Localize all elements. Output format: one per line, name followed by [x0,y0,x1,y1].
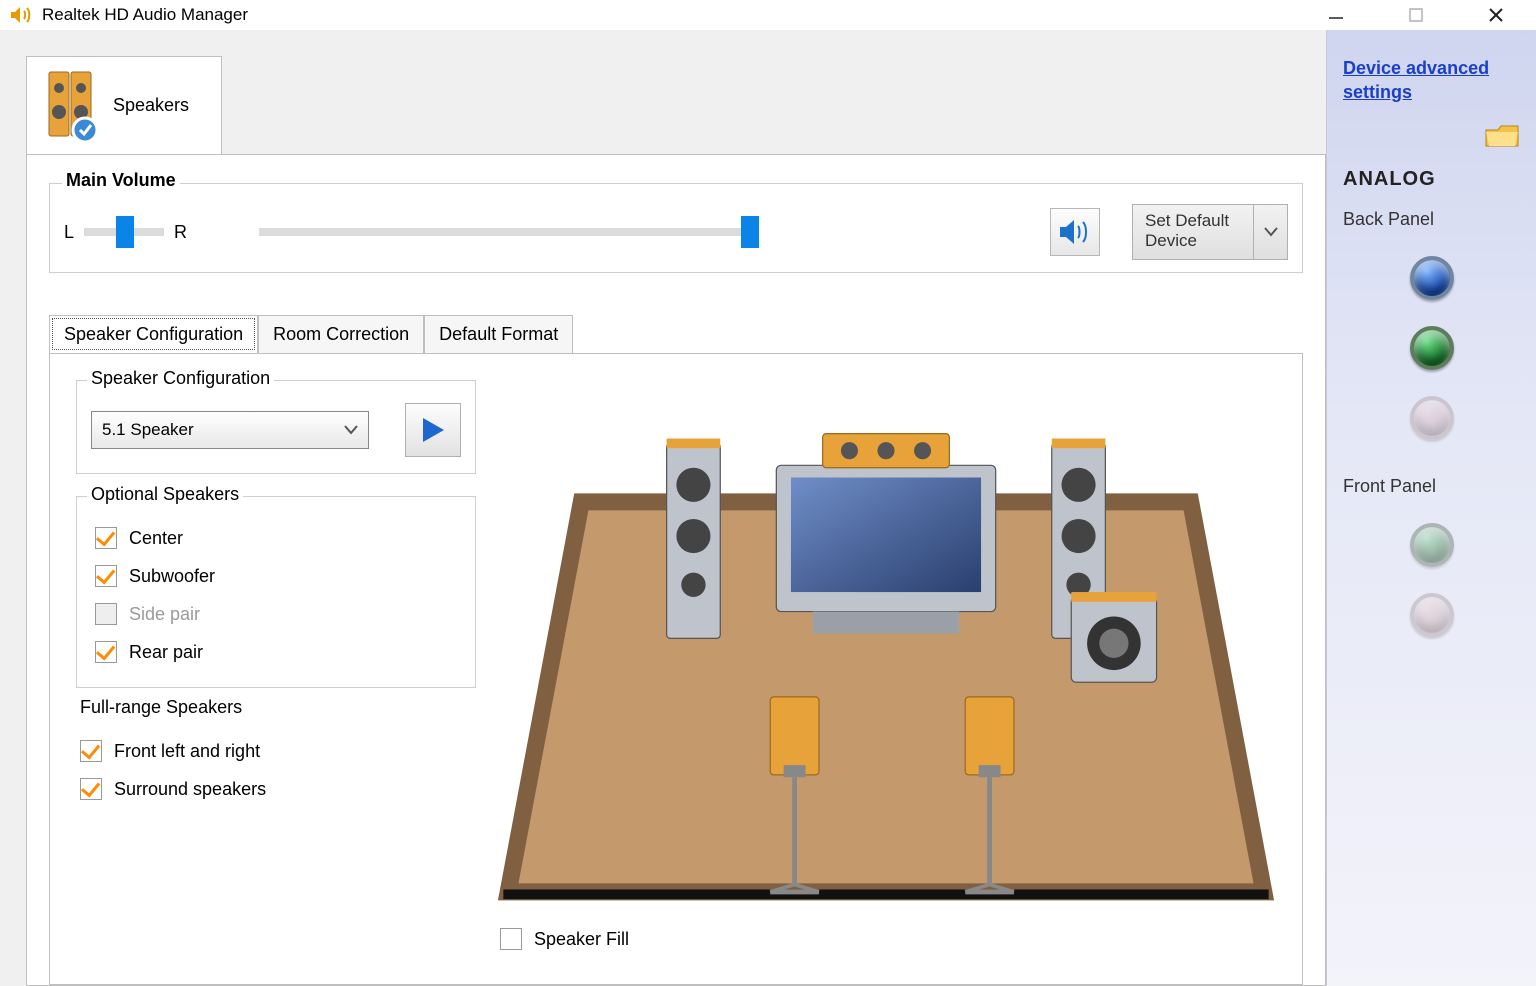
main-volume-legend: Main Volume [62,170,180,191]
set-default-device-button[interactable]: Set Default Device [1132,204,1288,260]
tab-default-format[interactable]: Default Format [424,315,573,353]
speaker-config-select[interactable]: 5.1 Speaker [91,411,369,449]
jack-front-mic[interactable] [1410,593,1454,637]
titlebar: Realtek HD Audio Manager [0,0,1536,30]
volume-control [259,228,1038,236]
chevron-down-icon [344,425,358,435]
checkbox-speaker-fill[interactable]: Speaker Fill [496,920,1276,958]
balance-left-label: L [64,222,74,243]
device-tabs: Speakers [26,56,1326,154]
speaker-config-legend: Speaker Configuration [87,368,274,389]
checkbox-rear-pair[interactable]: Rear pair [91,633,461,671]
main-volume-group: Main Volume L R Set [49,183,1303,273]
balance-slider[interactable] [84,228,164,236]
speaker-layout-preview [496,380,1276,916]
sound-icon [1058,217,1092,247]
tab-speaker-configuration[interactable]: Speaker Configuration [49,315,258,353]
test-play-button[interactable] [405,403,461,457]
front-panel-jacks [1343,523,1520,637]
config-tabs: Speaker Configuration Room Correction De… [49,315,1303,353]
speaker-volume-icon [8,3,32,27]
speaker-config-value: 5.1 Speaker [102,420,194,440]
jack-mic-pink[interactable] [1410,396,1454,440]
speaker-configuration-panel: Speaker Configuration 5.1 Speaker [49,353,1303,985]
volume-slider[interactable] [259,228,759,236]
checkbox-surround[interactable]: Surround speakers [76,770,476,808]
checkbox-side-pair: Side pair [91,595,461,633]
device-tab-speakers[interactable]: Speakers [26,56,222,154]
window-title: Realtek HD Audio Manager [42,5,248,25]
balance-right-label: R [174,222,187,243]
mute-button[interactable] [1050,208,1100,256]
side-panel: Device advanced settings ANALOG Back Pan… [1326,30,1536,986]
device-advanced-settings-link[interactable]: Device advanced settings [1343,56,1520,104]
fullrange-speakers-group: Full-range Speakers Front left and right… [76,710,476,824]
minimize-button[interactable] [1316,0,1356,30]
balance-control: L R [64,222,187,243]
optional-speakers-group: Optional Speakers Center Subwoofer Side … [76,496,476,688]
checkbox-front-lr[interactable]: Front left and right [76,732,476,770]
checkbox-subwoofer[interactable]: Subwoofer [91,557,461,595]
front-panel-label: Front Panel [1343,476,1520,497]
back-panel-label: Back Panel [1343,209,1520,230]
analog-heading: ANALOG [1343,168,1520,191]
checkbox-center[interactable]: Center [91,519,461,557]
speakers-device-icon [41,68,105,144]
back-panel-jacks [1343,256,1520,440]
speaker-configuration-group: Speaker Configuration 5.1 Speaker [76,380,476,474]
device-tab-label: Speakers [113,95,189,116]
fullrange-legend: Full-range Speakers [76,697,246,718]
optional-speakers-legend: Optional Speakers [87,484,243,505]
jack-line-out-green[interactable] [1410,326,1454,370]
folder-icon[interactable] [1484,122,1520,150]
jack-line-in-blue[interactable] [1410,256,1454,300]
play-icon [420,416,446,444]
set-default-label: Set Default Device [1133,205,1253,259]
close-button[interactable] [1476,0,1516,30]
jack-front-headphone[interactable] [1410,523,1454,567]
chevron-down-icon [1253,205,1287,259]
tab-room-correction[interactable]: Room Correction [258,315,424,353]
maximize-button[interactable] [1396,0,1436,30]
